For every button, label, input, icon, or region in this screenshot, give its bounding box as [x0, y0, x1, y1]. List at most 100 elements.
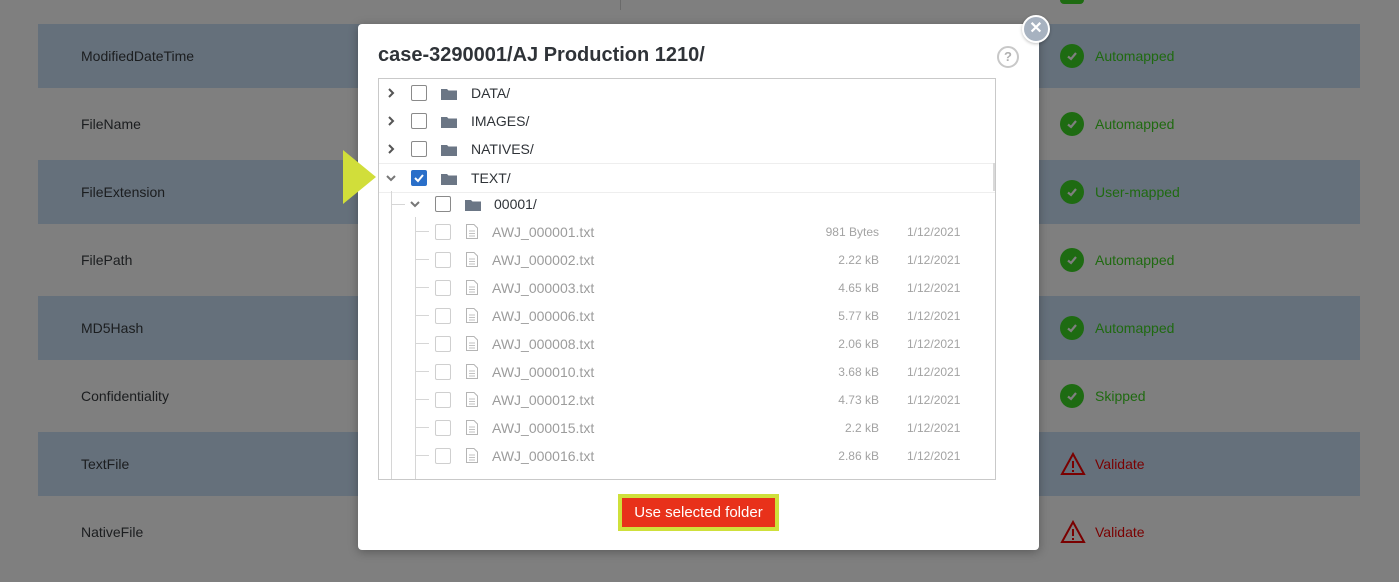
tree-connector — [415, 259, 429, 260]
file-size: 2.86 kB — [838, 449, 879, 463]
file-size: 3.68 kB — [838, 365, 879, 379]
mapping-status: Validate — [1060, 500, 1145, 564]
folder-icon — [441, 172, 457, 185]
file-icon — [466, 420, 478, 435]
status-label: Validate — [1095, 524, 1145, 540]
file-date: 1/12/2021 — [907, 365, 961, 379]
folder-icon — [441, 143, 457, 156]
file-checkbox[interactable] — [435, 448, 451, 464]
warning-icon — [1060, 451, 1086, 476]
folder-checkbox[interactable] — [435, 196, 451, 212]
mapping-status: Automapped — [1060, 92, 1174, 156]
status-label: Automapped — [1095, 48, 1175, 64]
file-date: 1/12/2021 — [907, 225, 961, 239]
tree-connector — [415, 399, 429, 400]
folder-name: DATA/ — [471, 85, 511, 101]
file-checkbox[interactable] — [435, 420, 451, 436]
modal-title: case-3290001/AJ Production 1210/ — [378, 44, 705, 66]
file-name: AWJ_000015.txt — [492, 420, 595, 436]
tree-file-row[interactable]: AWJ_000002.txt 2.22 kB 1/12/2021 — [379, 246, 995, 274]
field-name: TextFile — [81, 456, 130, 472]
mapping-status: Automapped — [1060, 24, 1174, 88]
field-name: FileName — [81, 116, 141, 132]
file-icon — [466, 224, 478, 239]
field-name: NativeFile — [81, 524, 144, 540]
field-name: FileExtension — [81, 184, 166, 200]
file-name: AWJ_000012.txt — [492, 392, 595, 408]
file-checkbox[interactable] — [435, 336, 451, 352]
mapping-status: Validate — [1060, 432, 1145, 496]
file-checkbox[interactable] — [435, 252, 451, 268]
file-size: 2.2 kB — [844, 421, 879, 435]
file-checkbox[interactable] — [435, 224, 451, 240]
tree-file-row[interactable]: AWJ_000010.txt 3.68 kB 1/12/2021 — [379, 358, 995, 386]
folder-checkbox[interactable] — [411, 113, 427, 129]
file-checkbox[interactable] — [435, 364, 451, 380]
file-date: 1/12/2021 — [907, 337, 961, 351]
tree-file-row[interactable]: AWJ_000003.txt 4.65 kB 1/12/2021 — [379, 274, 995, 302]
status-label: Automapped — [1095, 116, 1175, 132]
check-circle-icon — [1060, 112, 1084, 136]
tree-subfolder-row[interactable]: 00001/ — [379, 190, 995, 218]
chevron-right-icon[interactable] — [385, 142, 397, 154]
folder-checkbox[interactable] — [411, 85, 427, 101]
file-checkbox[interactable] — [435, 308, 451, 324]
tree-file-row[interactable]: AWJ_000016.txt 2.86 kB 1/12/2021 — [379, 442, 995, 470]
folder-name: TEXT/ — [471, 170, 511, 186]
tree-folder-row[interactable]: NATIVES/ — [379, 135, 995, 163]
file-name: AWJ_000006.txt — [492, 308, 595, 324]
tree-file-row[interactable]: AWJ_000012.txt 4.73 kB 1/12/2021 — [379, 386, 995, 414]
file-checkbox[interactable] — [435, 280, 451, 296]
check-circle-icon — [1060, 180, 1084, 204]
scrollbar[interactable] — [993, 163, 995, 191]
file-date: 1/12/2021 — [907, 281, 961, 295]
status-icon-partial — [1060, 0, 1084, 4]
tree-file-row[interactable]: AWJ_000006.txt 5.77 kB 1/12/2021 — [379, 302, 995, 330]
status-label: Automapped — [1095, 320, 1175, 336]
field-name: ModifiedDateTime — [81, 48, 195, 64]
folder-name: NATIVES/ — [471, 141, 534, 157]
tree-folder-row[interactable]: IMAGES/ — [379, 107, 995, 135]
file-date: 1/12/2021 — [907, 449, 961, 463]
file-icon — [466, 280, 478, 295]
status-label: Skipped — [1095, 388, 1146, 404]
use-selected-folder-button[interactable]: Use selected folder — [622, 498, 775, 527]
chevron-right-icon[interactable] — [385, 86, 397, 98]
chevron-down-icon[interactable] — [385, 171, 397, 183]
file-icon — [466, 308, 478, 323]
chevron-right-icon[interactable] — [385, 114, 397, 126]
file-date: 1/12/2021 — [907, 253, 961, 267]
folder-icon — [465, 198, 481, 211]
tree-folder-row[interactable]: TEXT/ — [379, 163, 995, 193]
file-size: 981 Bytes — [825, 225, 879, 239]
status-label: User-mapped — [1095, 184, 1180, 200]
tree-file-row[interactable]: AWJ_000001.txt 981 Bytes 1/12/2021 — [379, 218, 995, 246]
question-circle-icon[interactable]: ? — [997, 46, 1019, 68]
warning-icon — [1060, 519, 1086, 544]
file-icon — [466, 392, 478, 407]
chevron-down-icon[interactable] — [409, 197, 421, 209]
file-size: 2.06 kB — [838, 337, 879, 351]
mapping-status: User-mapped — [1060, 160, 1180, 224]
file-date: 1/12/2021 — [907, 393, 961, 407]
file-checkbox[interactable] — [435, 392, 451, 408]
close-icon[interactable]: ✕ — [1022, 15, 1050, 43]
folder-checkbox[interactable] — [411, 141, 427, 157]
tree-file-row[interactable]: AWJ_000015.txt 2.2 kB 1/12/2021 — [379, 414, 995, 442]
file-name: AWJ_000016.txt — [492, 448, 595, 464]
file-size: 4.65 kB — [838, 281, 879, 295]
file-size: 5.77 kB — [838, 309, 879, 323]
file-name: AWJ_000003.txt — [492, 280, 595, 296]
file-name: AWJ_000010.txt — [492, 364, 595, 380]
column-divider — [620, 0, 621, 10]
field-name: FilePath — [81, 252, 133, 268]
tree-connector — [415, 427, 429, 428]
folder-checkbox[interactable] — [411, 170, 427, 186]
tree-file-row[interactable]: AWJ_000008.txt 2.06 kB 1/12/2021 — [379, 330, 995, 358]
folder-name: IMAGES/ — [471, 113, 530, 129]
folder-name: 00001/ — [494, 196, 537, 212]
folder-tree[interactable]: DATA/IMAGES/NATIVES/TEXT/00001/AWJ_00000… — [378, 78, 996, 480]
file-name: AWJ_000001.txt — [492, 224, 595, 240]
file-size: 4.73 kB — [838, 393, 879, 407]
tree-folder-row[interactable]: DATA/ — [379, 79, 995, 107]
